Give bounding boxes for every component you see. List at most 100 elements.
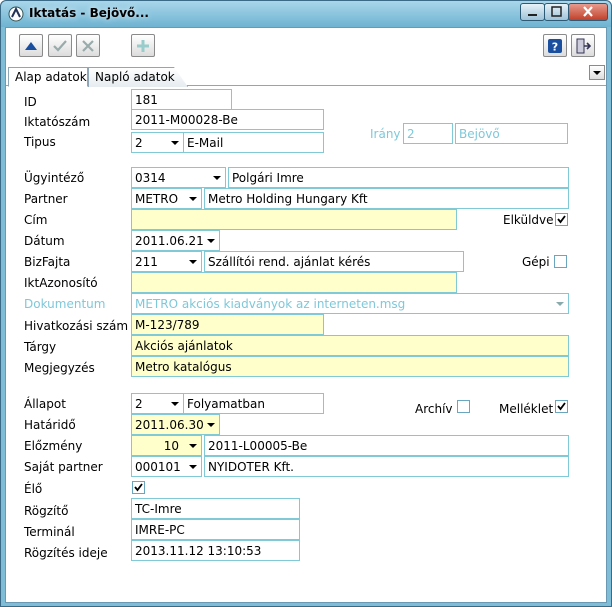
checkmark-icon xyxy=(557,402,566,411)
title-bar[interactable]: Iktatás - Bejövő... xyxy=(1,1,611,27)
melleklet-checkbox[interactable] xyxy=(555,400,568,413)
chevron-down-icon[interactable] xyxy=(185,189,201,208)
tipus-combo[interactable]: 2 xyxy=(131,132,184,153)
dokumentum-value: METRO akciós kiadványok az interneten.ms… xyxy=(135,297,406,311)
hatarido-field[interactable]: 2011.06.30 xyxy=(131,414,220,435)
hatarido-value: 2011.06.30 xyxy=(135,418,204,432)
elozmeny-label: Előzmény xyxy=(24,439,83,453)
iktazonosito-label: IktAzonosító xyxy=(24,276,98,290)
ugyintezo-text-field: Polgári Imre xyxy=(228,167,569,188)
id-label: ID xyxy=(24,95,37,109)
ugyintezo-code: 0314 xyxy=(135,171,166,185)
cancel-button[interactable] xyxy=(76,34,100,57)
app-window: Iktatás - Bejövő... ? Alap adatok Napló … xyxy=(0,0,612,607)
checkmark-icon xyxy=(53,40,67,52)
tab-alap-adatok[interactable]: Alap adatok xyxy=(8,67,88,87)
elozmeny-text-field: 2011-L00005-Be xyxy=(204,435,569,456)
melleklet-label: Melléklet xyxy=(499,402,554,416)
exit-button[interactable] xyxy=(571,34,595,57)
hivatkozasi-field[interactable]: M-123/789 xyxy=(131,314,324,335)
elkuldve-label: Elküldve xyxy=(503,213,554,227)
toolbar: ? xyxy=(6,28,606,64)
elo-checkbox[interactable] xyxy=(132,481,145,494)
partner-code: METRO xyxy=(135,192,179,206)
hivatkozasi-label: Hivatkozási szám xyxy=(24,319,129,333)
help-button[interactable]: ? xyxy=(543,34,567,57)
iktazonosito-field[interactable] xyxy=(131,272,457,293)
add-button[interactable] xyxy=(131,34,155,57)
tab-naplo-adatok[interactable]: Napló adatok xyxy=(88,67,188,87)
maximize-icon xyxy=(551,6,562,17)
elkuldve-checkbox[interactable] xyxy=(555,213,568,226)
irany-text-field: Bejövő xyxy=(455,123,568,144)
close-button[interactable] xyxy=(568,3,608,21)
allapot-combo[interactable]: 2 xyxy=(131,393,184,414)
sajat-partner-text-field: NYIDOTER Kft. xyxy=(204,456,569,477)
rogzites-ideje-field: 2013.11.12 13:10:53 xyxy=(131,540,300,561)
chevron-down-icon xyxy=(593,71,601,75)
ugyintezo-combo[interactable]: 0314 xyxy=(131,167,226,188)
targy-field[interactable]: Akciós ajánlatok xyxy=(131,335,569,356)
bizfajta-text-field: Szállítói rend. ajánlat kérés xyxy=(204,251,464,272)
calendar-dropdown-icon[interactable] xyxy=(203,415,219,434)
svg-text:?: ? xyxy=(552,41,558,54)
terminal-label: Terminál xyxy=(24,525,75,539)
sajat-partner-combo[interactable]: 000101 xyxy=(131,456,202,477)
tipus-label: Tipus xyxy=(24,135,56,149)
arrow-up-icon xyxy=(25,42,37,50)
cim-field[interactable] xyxy=(131,209,457,230)
checkmark-icon xyxy=(134,483,143,492)
cim-label: Cím xyxy=(24,213,48,227)
checkmark-icon xyxy=(557,215,566,224)
terminal-field: IMRE-PC xyxy=(131,519,300,540)
move-up-button[interactable] xyxy=(19,34,43,57)
close-icon xyxy=(583,6,593,17)
chevron-down-icon[interactable] xyxy=(167,394,183,413)
chevron-down-icon[interactable] xyxy=(185,457,201,476)
chevron-down-icon[interactable] xyxy=(167,133,183,152)
tipus-code: 2 xyxy=(135,136,143,150)
minimize-button[interactable] xyxy=(520,3,545,21)
elo-label: Élő xyxy=(24,482,43,496)
cross-icon xyxy=(82,40,94,52)
maximize-button[interactable] xyxy=(544,3,569,21)
irany-label: Irány xyxy=(370,127,401,141)
bizfajta-label: BizFajta xyxy=(24,255,71,269)
megjegyzes-field[interactable]: Metro katalógus xyxy=(131,356,569,377)
chevron-down-icon xyxy=(552,294,568,313)
sajat-partner-label: Saját partner xyxy=(24,460,103,474)
rogzito-field: TC-Imre xyxy=(131,498,300,519)
sajat-partner-code: 000101 xyxy=(135,460,181,474)
elozmeny-combo[interactable]: 10 xyxy=(131,435,202,456)
chevron-down-icon[interactable] xyxy=(185,252,201,271)
form-client-area: ? Alap adatok Napló adatok ID 181 Iktató… xyxy=(5,27,607,603)
archiv-checkbox[interactable] xyxy=(457,400,470,413)
partner-combo[interactable]: METRO xyxy=(131,188,202,209)
megjegyzes-label: Megjegyzés xyxy=(24,361,95,375)
minimize-icon xyxy=(528,14,537,16)
partner-label: Partner xyxy=(24,192,68,206)
dokumentum-label: Dokumentum xyxy=(24,297,106,311)
allapot-code: 2 xyxy=(135,397,143,411)
gepi-checkbox[interactable] xyxy=(554,255,567,268)
id-field[interactable]: 181 xyxy=(131,89,232,110)
targy-label: Tárgy xyxy=(24,340,57,354)
tab-menu-button[interactable] xyxy=(589,65,605,80)
calendar-dropdown-icon[interactable] xyxy=(203,231,219,250)
tipus-text-field: E-Mail xyxy=(183,132,324,153)
window-title: Iktatás - Bejövő... xyxy=(29,6,149,20)
datum-value: 2011.06.21 xyxy=(135,234,204,248)
partner-text-field: Metro Holding Hungary Kft xyxy=(204,188,569,209)
app-logo-icon xyxy=(8,6,24,22)
chevron-down-icon[interactable] xyxy=(185,436,201,455)
rogzites-ideje-label: Rögzítés ideje xyxy=(24,546,108,560)
bizfajta-combo[interactable]: 211 xyxy=(131,251,202,272)
iktatoszam-field[interactable]: 2011-M00028-Be xyxy=(131,109,324,130)
elozmeny-code: 10 xyxy=(163,439,179,453)
rogzito-label: Rögzítő xyxy=(24,504,69,518)
chevron-down-icon[interactable] xyxy=(209,168,225,187)
confirm-button[interactable] xyxy=(48,34,72,57)
irany-code-field: 2 xyxy=(403,123,453,144)
tab-strip: Alap adatok Napló adatok xyxy=(6,64,606,87)
datum-field[interactable]: 2011.06.21 xyxy=(131,230,220,251)
